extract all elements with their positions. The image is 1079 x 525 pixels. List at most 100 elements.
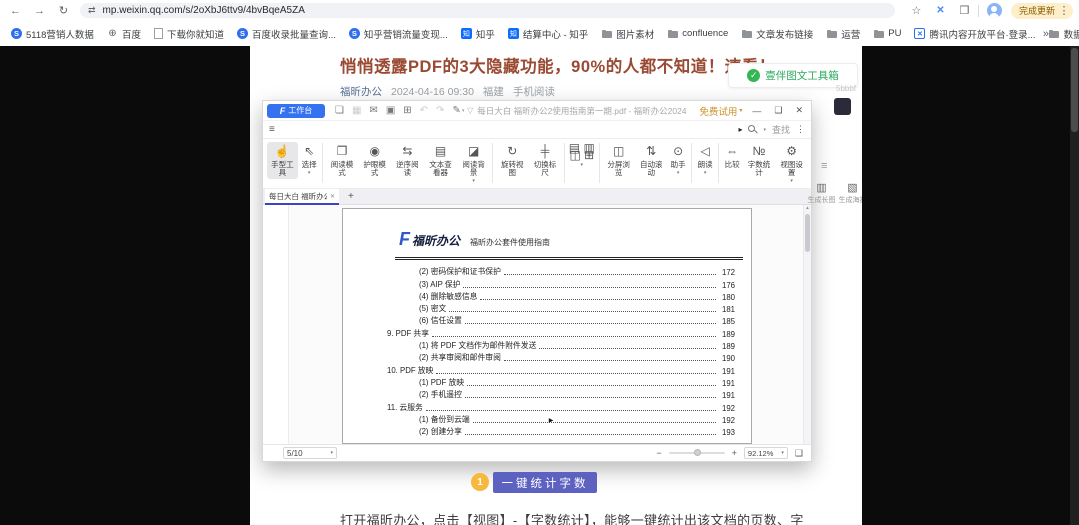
address-bar[interactable]: ⇄ mp.weixin.qq.com/s/2oXbJ6ttv9/4bvBqeA5…	[80, 3, 895, 18]
toolbar-button[interactable]: ↻ 旋转视图	[496, 142, 528, 179]
quick-tool-button[interactable]: ↷	[436, 105, 444, 116]
bookmark-star-icon[interactable]: ☆	[908, 2, 925, 19]
page-number-box[interactable]: 5/10 ▾	[283, 447, 337, 459]
pdf-page-header: F 福昕办公 福昕办公套件使用指南	[399, 229, 550, 250]
close-button[interactable]: ✕	[795, 105, 803, 116]
maximize-button[interactable]: ❑	[774, 105, 782, 116]
bookmark-item[interactable]: 知乎	[458, 25, 498, 43]
article-read-mode: 手机阅读	[512, 86, 555, 98]
tune-icon[interactable]: ⇄	[88, 5, 96, 16]
forward-icon[interactable]: →	[31, 2, 48, 19]
article-date: 2024-04-16 09:30	[391, 85, 474, 98]
toc-entry-page: 180	[721, 292, 735, 302]
scroll-up-icon[interactable]: ▴	[804, 205, 811, 211]
step-badge: 1	[471, 473, 489, 491]
extension-x-icon[interactable]: ✕	[932, 2, 949, 19]
browser-scroll-thumb[interactable]	[1071, 48, 1078, 132]
quick-tool-button[interactable]: ❏	[335, 105, 344, 116]
bookmark-item[interactable]: confluence	[664, 26, 731, 41]
zoom-out-icon[interactable]: −	[656, 448, 661, 458]
document-tab[interactable]: 每日大白 福昕办公... ✕	[265, 189, 339, 205]
toolbar-button[interactable]: ╪ 切换标尺	[529, 142, 561, 179]
fullscreen-icon[interactable]: ❑	[795, 448, 803, 459]
bookmark-item[interactable]: 数据报告	[1046, 25, 1079, 43]
toolbar-button[interactable]: ☝ 手型工具	[266, 142, 299, 179]
expand-right-icon[interactable]: ▸	[738, 125, 742, 134]
bookmarks-overflow-icon[interactable]: »	[1043, 28, 1049, 40]
quick-tool-button[interactable]: ✎ ▾	[452, 105, 464, 116]
toolbar-icon: ◫	[612, 144, 625, 158]
quick-tool-button[interactable]: ⊞	[403, 105, 411, 116]
bookmark-item[interactable]: 5118营销人数据	[8, 25, 97, 43]
bookmark-item[interactable]: 百度收录批量查询...	[234, 25, 339, 43]
toolbar-button[interactable]: ◁ 朗读 ▾	[695, 142, 715, 178]
toolbar-button[interactable]: ⊙ 助手 ▾	[668, 142, 688, 178]
zoom-in-icon[interactable]: +	[732, 448, 737, 458]
quick-tool-button[interactable]: ↶	[420, 105, 428, 116]
bookmark-item[interactable]: 运营	[823, 25, 863, 43]
toc-entry-label: (2) 共享审阅和邮件审阅	[419, 353, 501, 363]
find-label[interactable]: 查找	[772, 123, 790, 136]
toolbar-button[interactable]: ⇔ 比较	[722, 142, 742, 171]
toolbar-icon: ⇅	[646, 144, 657, 158]
minimize-button[interactable]: —	[752, 105, 761, 116]
zoom-level-box[interactable]: 92.12% ▾	[743, 447, 788, 459]
bookmark-favicon	[460, 28, 472, 39]
toc-entry-label: (2) 密码保护和证书保护	[419, 267, 501, 277]
bookmark-favicon	[236, 28, 248, 39]
reload-icon[interactable]: ↻	[55, 2, 72, 19]
bookmark-item[interactable]: 下载你就知道	[151, 25, 227, 43]
toolbar-button[interactable]: ▤ 文本查看器	[424, 142, 457, 179]
free-trial-button[interactable]: 免费试用 ▾	[699, 104, 742, 118]
zoom-slider-knob[interactable]	[693, 449, 701, 456]
plugin-tool-button[interactable]: ▥ 生成长图	[808, 181, 836, 205]
word-count-cta-button[interactable]: 一键统计字数	[493, 472, 597, 493]
extensions-puzzle-icon[interactable]: ❒	[956, 2, 973, 19]
pdf-scroll-thumb[interactable]	[805, 214, 810, 252]
toolbar-button[interactable]: ⇆ 逆序阅读	[392, 142, 424, 179]
browser-scrollbar[interactable]	[1070, 46, 1079, 525]
caret-down-icon[interactable]: ▾	[781, 450, 784, 456]
toolbar-button[interactable]: ⇖ 选择 ▾	[299, 142, 319, 178]
plugin-logo-icon[interactable]	[834, 98, 851, 115]
caret-down-icon[interactable]: ▾	[330, 450, 333, 456]
search-icon[interactable]	[748, 125, 757, 134]
bookmark-item[interactable]: ⊕ 百度	[104, 25, 144, 43]
hamburger-icon[interactable]: ≡	[269, 124, 275, 135]
browser-menu-icon[interactable]: ⋮	[1059, 2, 1070, 19]
bookmark-item[interactable]: 知乎营销流量变现...	[346, 25, 451, 43]
plugin-tool-button[interactable]: ▧ 生成海报	[839, 181, 863, 205]
quick-tool-button[interactable]: ▣	[386, 105, 395, 116]
caret-down-icon[interactable]: ▾	[763, 127, 766, 133]
toolbar-button[interactable]: ◉ 护眼模式	[359, 142, 391, 179]
bookmark-label: 图片素材	[616, 29, 655, 41]
bookmark-label: 知乎营销流量变现...	[363, 29, 448, 41]
toolbar-button[interactable]: ◪ 阅读背景 ▾	[458, 142, 490, 186]
bookmark-item[interactable]: PU	[870, 26, 904, 41]
tab-close-icon[interactable]: ✕	[330, 193, 335, 200]
toolbar-button[interactable]: ⇅ 自动滚动	[635, 142, 667, 179]
quick-tool-button[interactable]: ▦	[352, 105, 361, 116]
zoom-slider[interactable]	[668, 449, 725, 456]
bookmark-item[interactable]: 腾讯内容开放平台·登录...	[911, 25, 1038, 43]
back-icon[interactable]: ←	[7, 2, 24, 19]
grip-icon[interactable]: ≡	[821, 160, 827, 172]
toolbar-button[interactable]: ▤ ▥ ◫ ⊞ ▾	[568, 142, 596, 170]
profile-avatar[interactable]	[986, 3, 1002, 18]
pdf-vertical-scrollbar[interactable]: ▴	[803, 205, 811, 444]
more-menu-icon[interactable]: ⋮	[796, 124, 805, 135]
caret-down-icon: ▾	[580, 162, 584, 168]
toolbar-button[interactable]: ❐ 阅读模式	[326, 142, 358, 179]
workspace-button[interactable]: F 工作台	[267, 103, 325, 118]
toolbar-button[interactable]: № 字数统计	[743, 142, 775, 179]
update-chrome-button[interactable]: 完成更新 ⋮	[1010, 2, 1073, 19]
bookmark-item[interactable]: 图片素材	[598, 25, 657, 43]
article-author-link[interactable]: 福昕办公	[340, 84, 382, 99]
toolbar-button[interactable]: ◫ 分屏浏览	[603, 142, 635, 179]
bookmark-item[interactable]: 结算中心 - 知乎	[505, 25, 591, 43]
quick-tool-button[interactable]: ✉	[369, 105, 377, 116]
bookmark-item[interactable]: 文章发布链接	[738, 25, 816, 43]
bookmark-label: 知乎	[475, 29, 495, 41]
sidebar-expander-icon[interactable]: ▶	[284, 417, 818, 424]
new-tab-icon[interactable]: +	[348, 191, 354, 202]
